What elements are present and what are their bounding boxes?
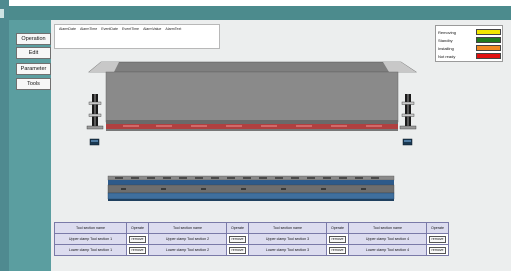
alarm-list-header: AlarmDate AlarmTime EventDate EventTime … xyxy=(59,27,181,31)
header-tool-section-name: Tool section name xyxy=(148,222,227,234)
operate-cell: remove xyxy=(326,233,349,245)
tool-section-name: Upper clamp Tool section 3 xyxy=(248,233,327,245)
upper-beam-edge xyxy=(106,129,398,131)
remove-button[interactable]: remove xyxy=(229,235,246,243)
tool-section-name: Lower clamp Tool section 1 xyxy=(54,244,127,256)
alarm-col-event-date[interactable]: EventDate xyxy=(101,27,118,31)
left-edge-strip xyxy=(0,0,9,271)
nav-operation-button[interactable]: Operation xyxy=(16,33,51,45)
header-operate: Operate xyxy=(226,222,249,234)
operate-cell: remove xyxy=(426,244,449,256)
tool-section-name: Lower clamp Tool section 2 xyxy=(148,244,227,256)
alarm-col-alarm-value[interactable]: AlarmValue xyxy=(143,27,161,31)
upper-clamp-strip xyxy=(106,124,398,129)
legend-item-standby: Standby xyxy=(438,36,502,44)
legend-swatch xyxy=(476,53,501,59)
remove-button[interactable]: remove xyxy=(129,235,146,243)
remove-button[interactable]: remove xyxy=(129,246,146,254)
alarm-col-alarm-text[interactable]: AlarmText xyxy=(165,27,181,31)
lower-beam-body xyxy=(107,184,395,194)
legend-swatch xyxy=(476,45,501,51)
operate-cell: remove xyxy=(226,233,249,245)
alarm-list[interactable]: AlarmDate AlarmTime EventDate EventTime … xyxy=(54,24,220,49)
upper-beam-body xyxy=(105,71,399,123)
lower-clamp-strip xyxy=(108,180,394,185)
operate-cell: remove xyxy=(126,244,149,256)
remove-button[interactable]: remove xyxy=(429,235,446,243)
tool-section-name: Upper clamp Tool section 2 xyxy=(148,233,227,245)
remove-button[interactable]: remove xyxy=(329,235,346,243)
operate-cell: remove xyxy=(426,233,449,245)
lower-beam-top-marks xyxy=(115,177,379,179)
tool-section-name: Lower clamp Tool section 3 xyxy=(248,244,327,256)
upper-beam-top xyxy=(88,61,417,73)
table-header-row: Tool section name Operate Tool section n… xyxy=(54,222,449,234)
operate-cell: remove xyxy=(126,233,149,245)
legend-label: Removing xyxy=(438,29,457,35)
tool-section-name: Upper clamp Tool section 1 xyxy=(54,233,127,245)
header-tool-section-name: Tool section name xyxy=(348,222,427,234)
legend-item-removing: Removing xyxy=(438,28,502,36)
legend-label: Standby xyxy=(438,37,453,43)
lower-beam xyxy=(107,175,395,201)
nav-tools-button[interactable]: Tools xyxy=(16,78,51,90)
press-brake-diagram xyxy=(86,61,417,201)
upper-beam-lip xyxy=(106,120,398,124)
tool-section-table: Tool section name Operate Tool section n… xyxy=(54,222,449,256)
remove-button[interactable]: remove xyxy=(229,246,246,254)
tool-section-name: Lower clamp Tool section 4 xyxy=(348,244,427,256)
table-row: Lower clamp Tool section 1 remove Lower … xyxy=(54,244,449,256)
title-bar xyxy=(9,6,511,20)
upper-beam-corner-left xyxy=(89,62,119,72)
nav-edit-button[interactable]: Edit xyxy=(16,47,51,59)
operate-cell: remove xyxy=(226,244,249,256)
upper-beam xyxy=(88,61,417,131)
operate-cell: remove xyxy=(326,244,349,256)
alarm-col-alarm-date[interactable]: AlarmDate xyxy=(59,27,76,31)
alarm-col-event-time[interactable]: EventTime xyxy=(122,27,139,31)
legend-swatch xyxy=(476,37,501,43)
header-operate: Operate xyxy=(426,222,449,234)
remove-button[interactable]: remove xyxy=(329,246,346,254)
nav-parameter-button[interactable]: Parameter xyxy=(16,63,51,75)
remove-button[interactable]: remove xyxy=(429,246,446,254)
tool-section-name: Upper clamp Tool section 4 xyxy=(348,233,427,245)
header-operate: Operate xyxy=(126,222,149,234)
alarm-col-alarm-time[interactable]: AlarmTime xyxy=(80,27,97,31)
legend-swatch xyxy=(476,29,501,35)
right-side-frame xyxy=(399,94,417,146)
lower-beam-base xyxy=(107,192,395,200)
left-side-frame xyxy=(86,94,104,146)
header-tool-section-name: Tool section name xyxy=(248,222,327,234)
header-operate: Operate xyxy=(326,222,349,234)
table-row: Upper clamp Tool section 1 remove Upper … xyxy=(54,233,449,245)
left-edge-marker xyxy=(0,9,4,18)
header-tool-section-name: Tool section name xyxy=(54,222,127,234)
